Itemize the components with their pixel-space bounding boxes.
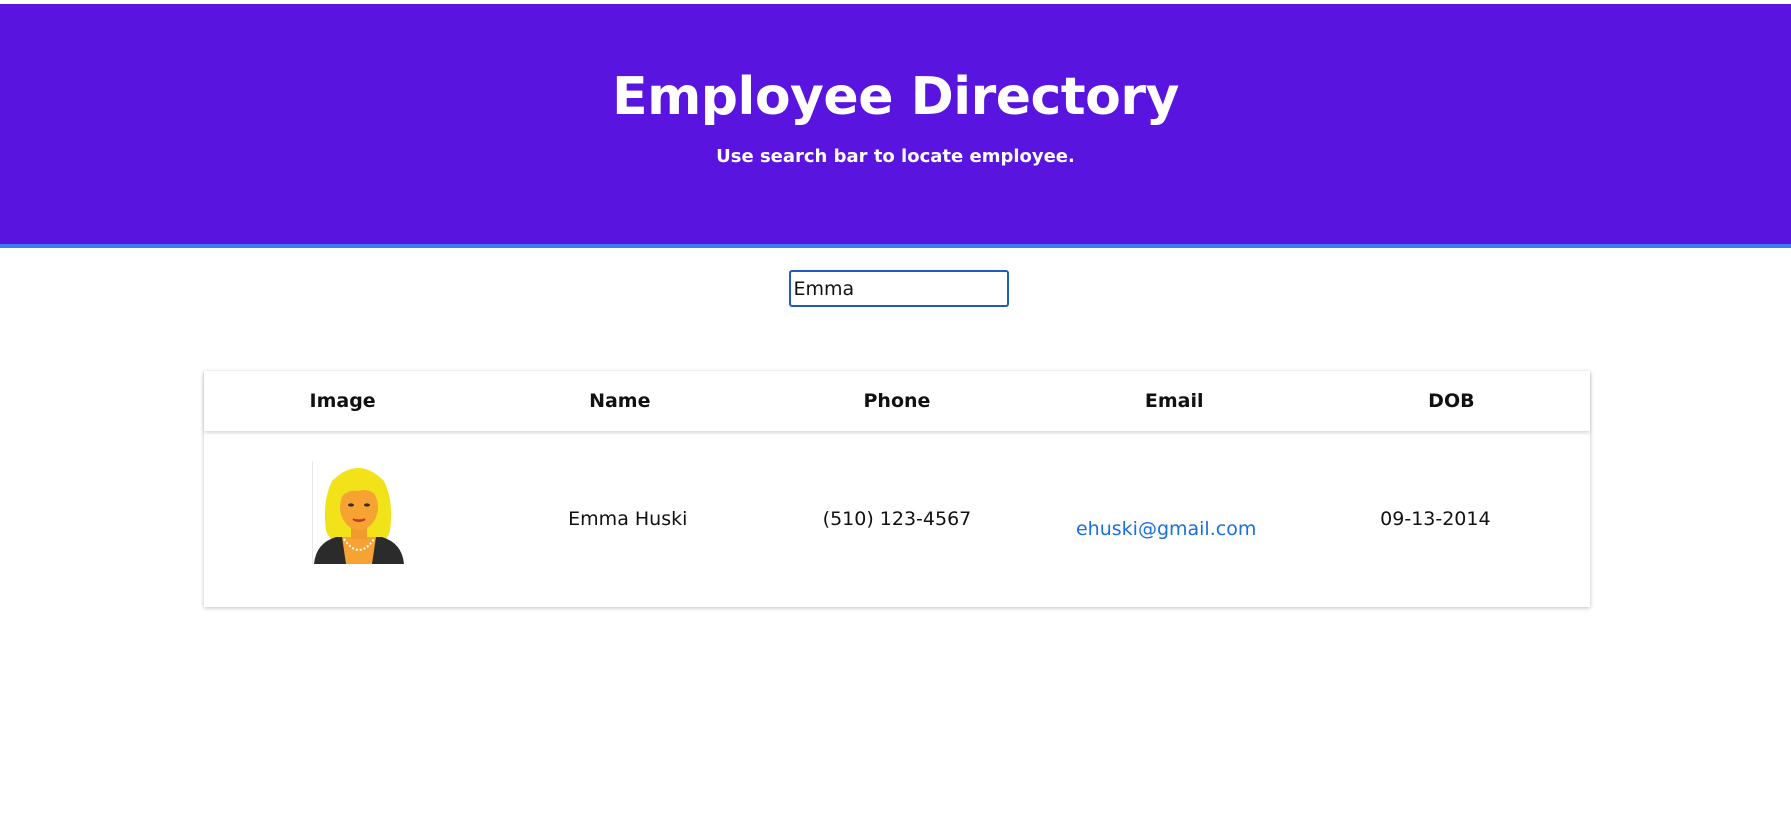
page-header: Employee Directory Use search bar to loc…: [0, 4, 1791, 248]
employee-name: Emma Huski: [568, 508, 688, 530]
column-header-email[interactable]: Email: [1036, 371, 1313, 431]
employee-phone: (510) 123-4567: [822, 508, 972, 530]
table-body: Emma Huski (510) 123-4567 ehuski@gmail.c…: [204, 431, 1590, 607]
page-title: Employee Directory: [612, 67, 1179, 127]
employee-table-card: Image Name Phone Email DOB Emma Huski (5…: [204, 371, 1590, 607]
page-subtitle: Use search bar to locate employee.: [716, 146, 1075, 167]
employee-email-link[interactable]: ehuski@gmail.com: [1076, 518, 1256, 540]
column-header-phone[interactable]: Phone: [758, 371, 1035, 431]
employee-image-cell: [204, 431, 481, 607]
table-header: Image Name Phone Email DOB: [204, 371, 1590, 431]
search-input[interactable]: [788, 270, 1009, 307]
employee-name-cell: Emma Huski: [481, 431, 758, 607]
table-header-row: Image Name Phone Email DOB: [204, 371, 1590, 431]
column-header-dob[interactable]: DOB: [1313, 371, 1590, 431]
employee-table: Image Name Phone Email DOB Emma Huski (5…: [204, 371, 1590, 607]
column-header-image[interactable]: Image: [204, 371, 481, 431]
column-header-name[interactable]: Name: [481, 371, 758, 431]
table-row: Emma Huski (510) 123-4567 ehuski@gmail.c…: [204, 431, 1590, 607]
employee-phone-cell: (510) 123-4567: [758, 431, 1035, 607]
search-bar-container: [0, 248, 1791, 328]
employee-dob-cell: 09-13-2014: [1313, 431, 1590, 607]
employee-dob: 09-13-2014: [1380, 508, 1491, 530]
employee-email-cell: ehuski@gmail.com: [1036, 431, 1313, 607]
employee-avatar-icon: [312, 461, 406, 564]
